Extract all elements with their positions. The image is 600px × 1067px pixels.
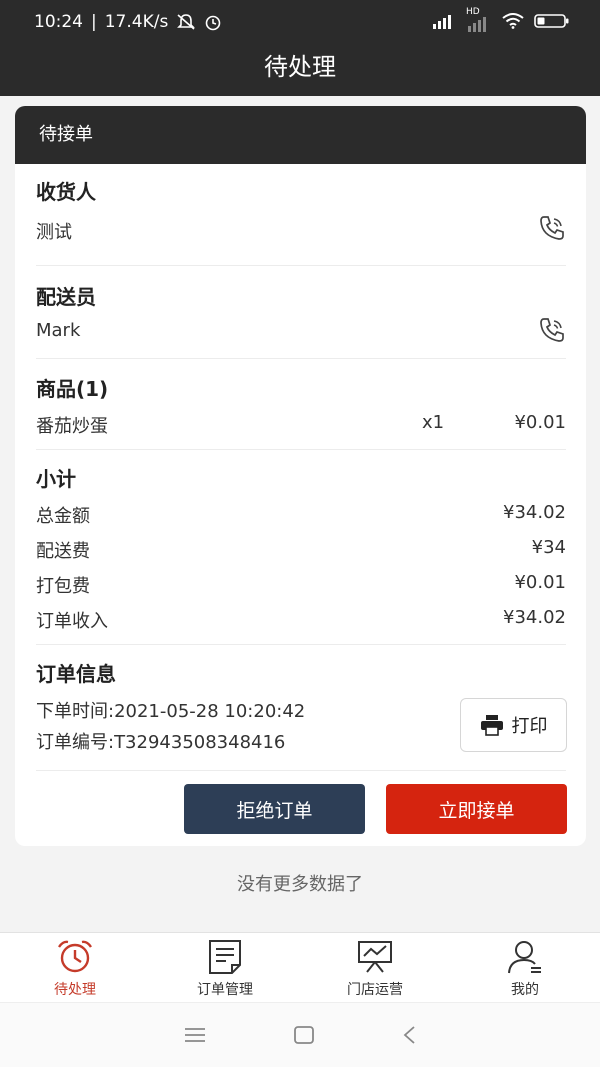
- order-info-title: 订单信息: [36, 662, 116, 686]
- subtotal-label: 总金额: [36, 506, 90, 527]
- tab-label: 我的: [511, 982, 539, 998]
- subtotal-value: ¥34: [531, 537, 566, 558]
- goods-item-name: 番茄炒蛋: [36, 416, 108, 437]
- divider: [36, 449, 566, 450]
- tab-store-operations[interactable]: 门店运营: [300, 933, 450, 1002]
- courier-phone-icon[interactable]: [538, 316, 566, 344]
- back-icon[interactable]: [402, 1025, 416, 1045]
- battery-icon: [534, 14, 569, 28]
- status-bar: 10:24 | 17.4K/s HD: [0, 0, 600, 44]
- reject-order-button[interactable]: 拒绝订单: [184, 784, 365, 834]
- bottom-tab-bar: 待处理 订单管理 门店运营 我的: [0, 932, 600, 1002]
- card-header-label: 待接单: [39, 124, 93, 145]
- divider: [36, 644, 566, 645]
- printer-icon: [480, 715, 503, 736]
- tab-order-management[interactable]: 订单管理: [150, 933, 300, 1002]
- system-nav-bar: [0, 1002, 600, 1067]
- subtotal-value: ¥34.02: [503, 502, 566, 523]
- print-button[interactable]: 打印: [460, 698, 567, 752]
- document-icon: [209, 940, 241, 974]
- order-card: 待接单 收货人 测试 配送员 Mark 商品(1) 番茄炒蛋 x1 ¥0.01 …: [15, 106, 586, 846]
- chart-board-icon: [358, 941, 392, 973]
- home-icon[interactable]: [293, 1025, 315, 1045]
- order-number: 订单编号:T32943508348416: [36, 732, 286, 753]
- divider: [36, 358, 566, 359]
- bell-off-icon: [177, 14, 196, 30]
- no-more-data-text: 没有更多数据了: [237, 874, 363, 895]
- tab-label: 待处理: [54, 982, 96, 998]
- status-separator: |: [91, 12, 97, 32]
- tab-label: 门店运营: [347, 982, 403, 998]
- subtotal-title: 小计: [36, 467, 76, 491]
- alarm-clock-icon: [58, 940, 92, 973]
- print-label: 打印: [511, 716, 548, 737]
- menu-icon[interactable]: [184, 1027, 206, 1043]
- tab-mine[interactable]: 我的: [450, 933, 600, 1002]
- hd-signal: HD: [466, 7, 492, 32]
- subtotal-value: ¥0.01: [514, 572, 566, 593]
- subtotal-label: 订单收入: [36, 611, 108, 632]
- signal-hd-icon: [468, 17, 486, 32]
- order-time: 下单时间:2021-05-28 10:20:42: [36, 701, 306, 722]
- app-bar: 待处理: [0, 44, 600, 96]
- status-network-speed: 17.4K/s: [104, 12, 169, 32]
- goods-item-price: ¥0.01: [514, 412, 566, 433]
- status-time: 10:24: [34, 12, 83, 32]
- page-title: 待处理: [264, 53, 336, 81]
- divider: [36, 265, 566, 266]
- tab-label: 订单管理: [197, 982, 253, 998]
- courier-name: Mark: [36, 320, 81, 341]
- card-header: 待接单: [15, 106, 586, 164]
- goods-title: 商品(1): [36, 377, 109, 401]
- subtotal-label: 配送费: [36, 541, 90, 562]
- signal-icon: [433, 15, 451, 29]
- receiver-name: 测试: [36, 222, 72, 243]
- subtotal-label: 打包费: [36, 576, 90, 597]
- user-icon: [508, 941, 541, 974]
- wifi-icon: [502, 13, 524, 29]
- accept-order-button[interactable]: 立即接单: [386, 784, 567, 834]
- subtotal-value: ¥34.02: [503, 607, 566, 628]
- accept-label: 立即接单: [438, 799, 515, 822]
- goods-item-qty: x1: [422, 412, 445, 433]
- receiver-phone-icon[interactable]: [538, 214, 566, 242]
- receiver-title: 收货人: [36, 180, 96, 204]
- alarm-icon: [206, 15, 221, 31]
- divider: [36, 770, 566, 771]
- reject-label: 拒绝订单: [236, 799, 313, 822]
- tab-pending[interactable]: 待处理: [0, 933, 150, 1002]
- courier-title: 配送员: [36, 285, 96, 309]
